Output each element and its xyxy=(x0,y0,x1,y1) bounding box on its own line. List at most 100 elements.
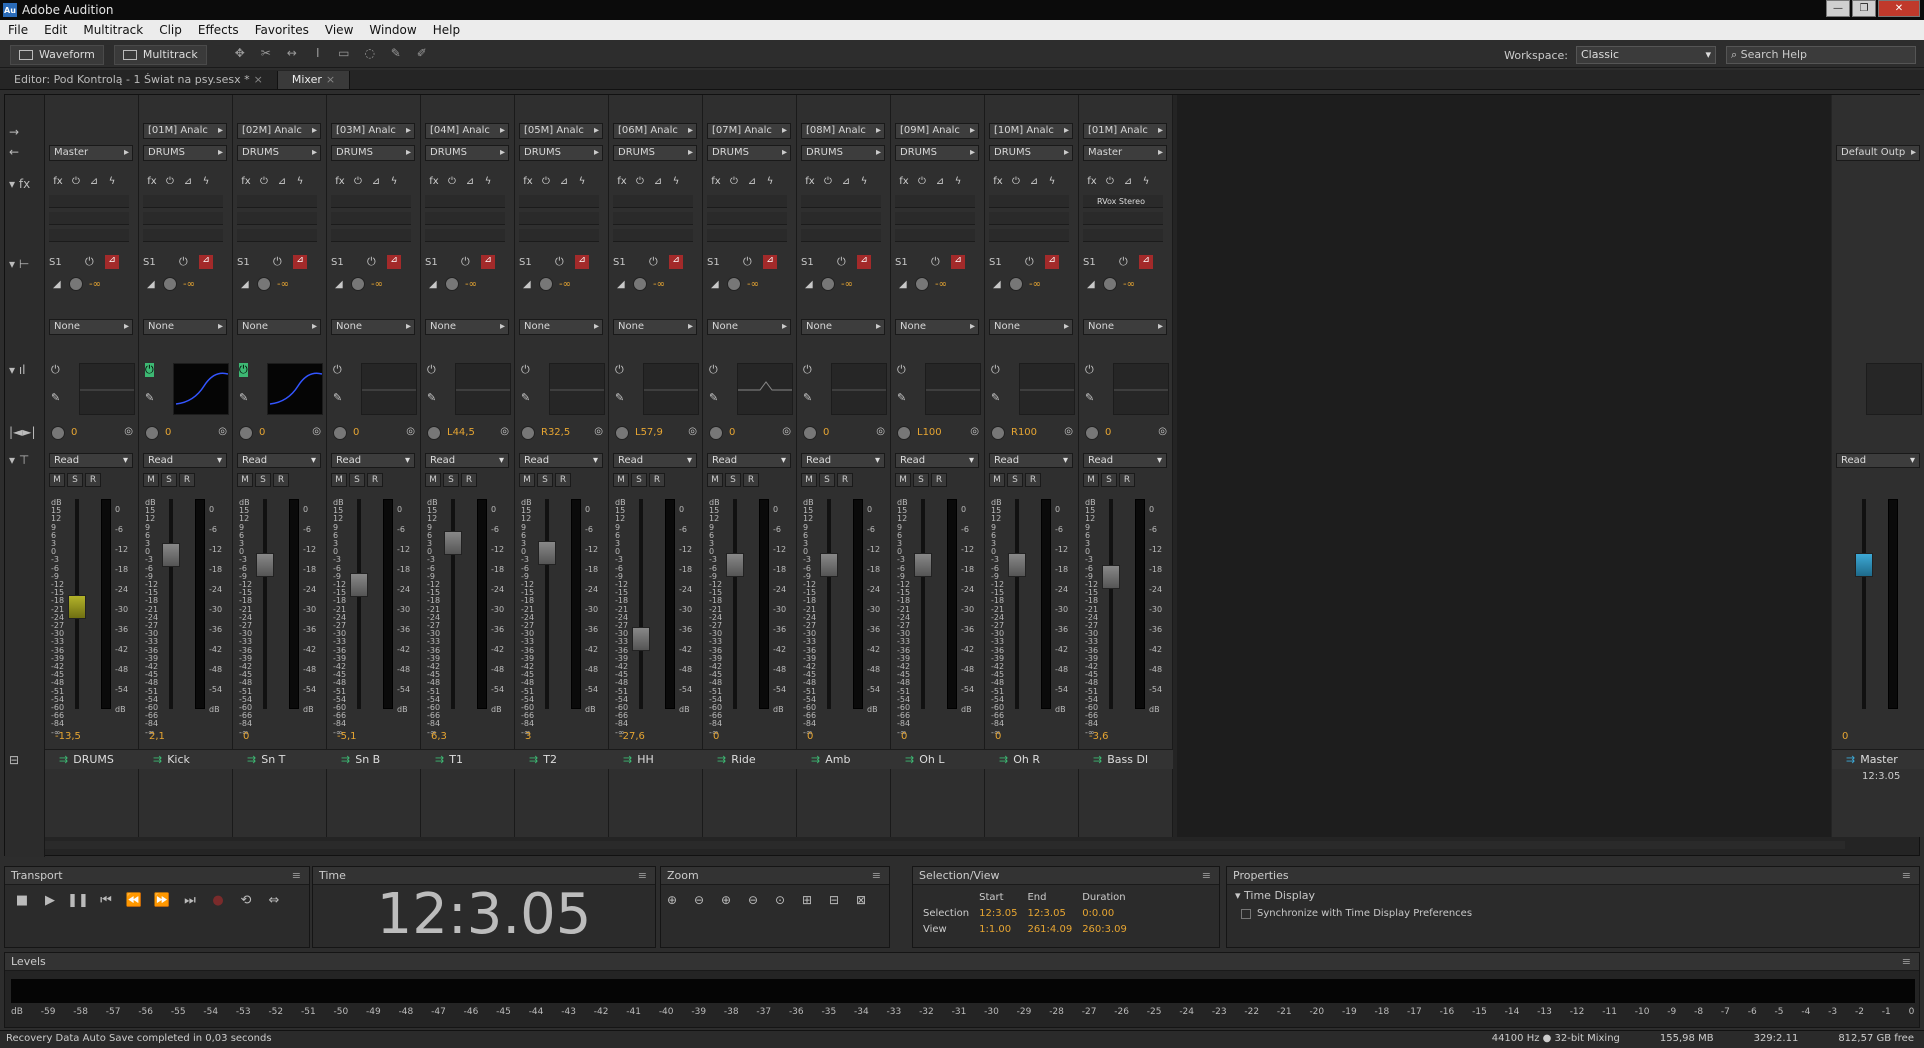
effect-slot[interactable] xyxy=(49,229,129,242)
solo-button[interactable]: S xyxy=(161,473,177,487)
send-toggle-icon[interactable]: ⊿ xyxy=(857,255,871,269)
send-bus-select[interactable]: None xyxy=(989,319,1073,335)
volume-fader-handle[interactable] xyxy=(914,553,932,577)
automation-mode-select[interactable]: Read xyxy=(989,453,1073,468)
send-bus-select[interactable]: None xyxy=(237,319,321,335)
go-to-start-button[interactable]: ⏮ xyxy=(95,893,117,911)
panel-menu-icon[interactable]: ≡ xyxy=(1902,867,1911,885)
pan-knob[interactable] xyxy=(991,426,1005,440)
fader-track[interactable] xyxy=(357,499,361,709)
power-icon[interactable]: ⏻ xyxy=(1007,175,1025,189)
send-toggle-icon[interactable]: ⊿ xyxy=(575,255,589,269)
lightning-icon[interactable]: ϟ xyxy=(1043,175,1061,189)
input-select[interactable]: [04M] Analc xyxy=(425,123,509,139)
zoom-out-time-icon[interactable]: ⊖ xyxy=(748,893,765,907)
multitrack-button[interactable]: Multitrack xyxy=(113,44,207,65)
panel-menu-icon[interactable]: ≡ xyxy=(292,867,301,885)
send-pan-knob[interactable] xyxy=(445,277,459,291)
eq-power-icon[interactable]: ⏻ xyxy=(145,363,154,377)
view-end[interactable]: 261:4.09 xyxy=(1027,921,1080,935)
solo-button[interactable]: S xyxy=(819,473,835,487)
selection-end[interactable]: 12:3.05 xyxy=(1027,905,1080,919)
pan-value[interactable]: 0 xyxy=(353,427,359,438)
output-select[interactable]: DRUMS xyxy=(989,145,1073,161)
send-pan-knob[interactable] xyxy=(351,277,365,291)
menu-view[interactable]: View xyxy=(317,23,361,37)
minimize-button[interactable]: — xyxy=(1826,0,1850,17)
send-bus-select[interactable]: None xyxy=(425,319,509,335)
effect-slot[interactable] xyxy=(49,212,129,225)
send-volume-value[interactable]: -∞ xyxy=(841,279,853,290)
eq-section-icon[interactable]: ▾ ıl xyxy=(9,363,26,377)
power-icon[interactable]: ⏻ xyxy=(1025,255,1034,269)
record-arm-button[interactable]: R xyxy=(743,473,759,487)
fx-section-icon[interactable]: ▾ fx xyxy=(9,177,30,191)
send-volume-value[interactable]: -∞ xyxy=(747,279,759,290)
menu-edit[interactable]: Edit xyxy=(36,23,75,37)
eq-display[interactable] xyxy=(361,363,417,415)
power-icon[interactable]: ⏻ xyxy=(255,175,273,189)
send-bus-select[interactable]: None xyxy=(331,319,415,335)
volume-fader-handle[interactable] xyxy=(820,553,838,577)
effect-slot[interactable] xyxy=(519,195,599,208)
pan-knob[interactable] xyxy=(521,426,535,440)
search-help-field[interactable]: ⌕ Search Help xyxy=(1726,46,1916,64)
razor-tool-icon[interactable]: ✂ xyxy=(257,46,275,64)
send-volume-value[interactable]: -∞ xyxy=(183,279,195,290)
panel-menu-icon[interactable]: ≡ xyxy=(872,867,881,885)
master-output-select[interactable]: Default Outp xyxy=(1836,145,1920,161)
volume-value[interactable]: 0 xyxy=(243,731,249,742)
close-button[interactable]: ✕ xyxy=(1878,0,1920,17)
solo-button[interactable]: S xyxy=(725,473,741,487)
eq-display[interactable] xyxy=(549,363,605,415)
zoom-out-amplitude-icon[interactable]: ⊖ xyxy=(694,893,711,907)
mute-button[interactable]: M xyxy=(613,473,629,487)
volume-fader-handle[interactable] xyxy=(1008,553,1026,577)
solo-button[interactable]: S xyxy=(67,473,83,487)
time-display-section[interactable]: ▾ Time Display xyxy=(1227,885,1919,906)
sync-checkbox-row[interactable]: Synchronize with Time Display Preference… xyxy=(1227,906,1919,921)
volume-value[interactable]: 2,1 xyxy=(149,731,165,742)
play-button[interactable]: ▶ xyxy=(39,893,61,911)
fx-icon[interactable]: fx xyxy=(331,175,349,189)
input-select[interactable]: [08M] Analc xyxy=(801,123,885,139)
time-selection-tool-icon[interactable]: I xyxy=(309,46,327,64)
record-arm-button[interactable]: R xyxy=(273,473,289,487)
fx-icon[interactable]: fx xyxy=(613,175,631,189)
panel-menu-icon[interactable]: ≡ xyxy=(1202,867,1211,885)
solo-button[interactable]: S xyxy=(537,473,553,487)
eq-edit-icon[interactable]: ✎ xyxy=(615,391,624,404)
effect-slot[interactable] xyxy=(143,229,223,242)
master-eq-display[interactable] xyxy=(1866,363,1922,415)
pre-post-icon[interactable]: ⊿ xyxy=(273,175,291,189)
automation-mode-select[interactable]: Read xyxy=(49,453,133,468)
record-arm-button[interactable]: R xyxy=(555,473,571,487)
eq-edit-icon[interactable]: ✎ xyxy=(239,391,248,404)
output-select[interactable]: DRUMS xyxy=(237,145,321,161)
pre-post-icon[interactable]: ⊿ xyxy=(85,175,103,189)
power-icon[interactable]: ⏻ xyxy=(1119,255,1128,269)
input-select[interactable]: [02M] Analc xyxy=(237,123,321,139)
send-toggle-icon[interactable]: ⊿ xyxy=(293,255,307,269)
automation-mode-select[interactable]: Read xyxy=(519,453,603,468)
mute-button[interactable]: M xyxy=(895,473,911,487)
fx-icon[interactable]: fx xyxy=(49,175,67,189)
eq-power-icon[interactable]: ⏻ xyxy=(333,363,342,377)
volume-fader-handle[interactable] xyxy=(68,595,86,619)
eq-edit-icon[interactable]: ✎ xyxy=(521,391,530,404)
effect-slot[interactable] xyxy=(1083,229,1163,242)
effect-slot[interactable]: RVox Stereo xyxy=(1083,195,1163,208)
record-arm-button[interactable]: R xyxy=(837,473,853,487)
stereo-icon[interactable]: ◎ xyxy=(406,426,415,437)
send-pan-knob[interactable] xyxy=(539,277,553,291)
effect-slot[interactable] xyxy=(519,212,599,225)
eq-power-icon[interactable]: ⏻ xyxy=(615,363,624,377)
effect-slot[interactable] xyxy=(143,195,223,208)
effect-slot[interactable] xyxy=(237,212,317,225)
pre-post-icon[interactable]: ⊿ xyxy=(367,175,385,189)
eq-display[interactable] xyxy=(643,363,699,415)
effect-slot[interactable] xyxy=(707,229,787,242)
pan-knob[interactable] xyxy=(51,426,65,440)
automation-mode-select[interactable]: Read xyxy=(895,453,979,468)
zoom-in-time-icon[interactable]: ⊕ xyxy=(721,893,738,907)
